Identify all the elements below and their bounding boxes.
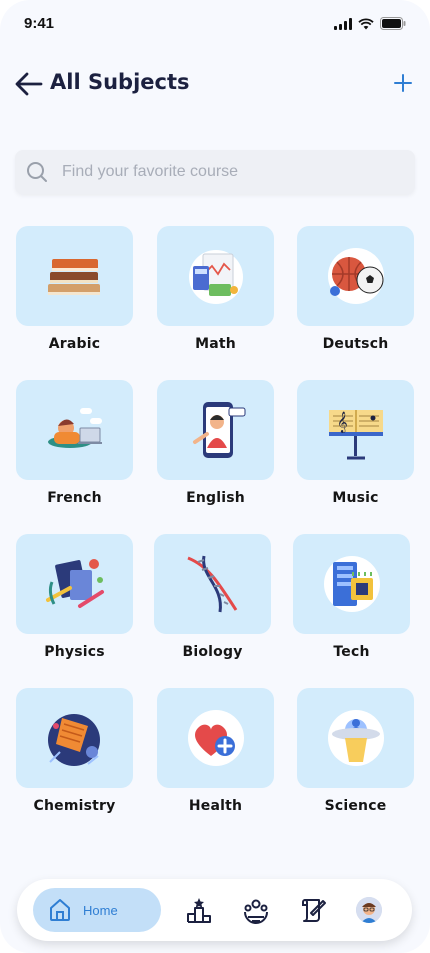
dna-icon xyxy=(186,555,237,613)
subject-card-science[interactable]: Science xyxy=(297,688,417,828)
subject-tile xyxy=(154,534,271,634)
subject-card-math[interactable]: Math xyxy=(157,226,277,366)
subject-label: Health xyxy=(188,798,243,814)
subject-label: Physics xyxy=(44,644,105,660)
subject-card-physics[interactable]: Physics xyxy=(16,534,136,674)
student-laptop-icon xyxy=(47,408,102,448)
status-icons xyxy=(334,17,406,30)
wifi-icon xyxy=(358,17,374,29)
certificate-icon[interactable] xyxy=(299,896,327,924)
subject-card-health[interactable]: Health xyxy=(157,688,277,828)
community-icon[interactable] xyxy=(242,896,270,924)
chemistry-lab-icon xyxy=(47,714,100,766)
bottom-nav: Home xyxy=(17,879,412,941)
subject-card-biology[interactable]: Biology xyxy=(154,534,274,674)
subject-card-chemistry[interactable]: Chemistry xyxy=(16,688,136,828)
teacher-phone-icon xyxy=(192,402,245,458)
subject-tile xyxy=(16,688,133,788)
subject-label: Science xyxy=(324,798,387,814)
svg-text:𝄞: 𝄞 xyxy=(337,412,348,433)
subject-tile xyxy=(293,534,410,634)
header: All Subjects xyxy=(0,64,430,104)
app-screen: 9:41 All Subjects Find your favorite cou… xyxy=(0,0,430,953)
subject-card-music[interactable]: 𝄞 Music xyxy=(297,380,417,520)
avatar-icon xyxy=(356,897,382,923)
subject-label: Arabic xyxy=(48,336,101,352)
subject-card-tech[interactable]: Tech xyxy=(293,534,413,674)
battery-icon xyxy=(380,17,406,30)
subject-tile: 𝄞 xyxy=(297,380,414,480)
subject-tile xyxy=(16,226,133,326)
music-stand-icon: 𝄞 xyxy=(328,410,383,460)
subject-label: Tech xyxy=(333,644,370,660)
subject-card-deutsch[interactable]: Deutsch xyxy=(297,226,417,366)
status-time: 9:41 xyxy=(24,15,55,32)
subject-tile xyxy=(157,380,274,480)
ufo-icon xyxy=(327,710,384,766)
profile-avatar[interactable] xyxy=(356,897,382,923)
nav-home[interactable]: Home xyxy=(33,888,161,932)
subject-label: Math xyxy=(195,336,236,352)
science-stationery-icon xyxy=(45,559,104,608)
subject-card-french[interactable]: French xyxy=(16,380,136,520)
search-icon xyxy=(27,162,47,182)
subject-card-english[interactable]: English xyxy=(157,380,277,520)
search-input[interactable] xyxy=(60,162,394,182)
subject-label: Deutsch xyxy=(322,336,389,352)
subject-label: Biology xyxy=(182,644,243,660)
subject-tile xyxy=(157,226,274,326)
server-chip-icon xyxy=(323,556,380,612)
subject-label: Music xyxy=(332,490,379,506)
subject-tile xyxy=(297,226,414,326)
home-icon xyxy=(50,899,70,921)
calculator-icon xyxy=(188,250,243,304)
subject-card-arabic[interactable]: Arabic xyxy=(16,226,136,366)
subject-tile xyxy=(16,380,133,480)
add-icon[interactable] xyxy=(392,72,414,94)
leaderboard-icon[interactable] xyxy=(185,896,213,924)
signal-icon xyxy=(334,17,352,30)
subject-tile xyxy=(157,688,274,788)
nav-home-label: Home xyxy=(83,902,118,918)
subject-label: English xyxy=(186,490,245,506)
heart-plus-icon xyxy=(187,710,244,766)
page-title: All Subjects xyxy=(50,70,190,94)
back-arrow-icon[interactable] xyxy=(14,70,44,98)
subject-tile xyxy=(297,688,414,788)
books-icon xyxy=(47,259,100,295)
subject-label: Chemistry xyxy=(33,798,116,814)
subject-label: French xyxy=(47,490,102,506)
search-bar[interactable] xyxy=(15,150,415,194)
subject-tile xyxy=(16,534,133,634)
status-bar: 9:41 xyxy=(0,0,430,50)
sports-balls-icon xyxy=(327,248,384,304)
